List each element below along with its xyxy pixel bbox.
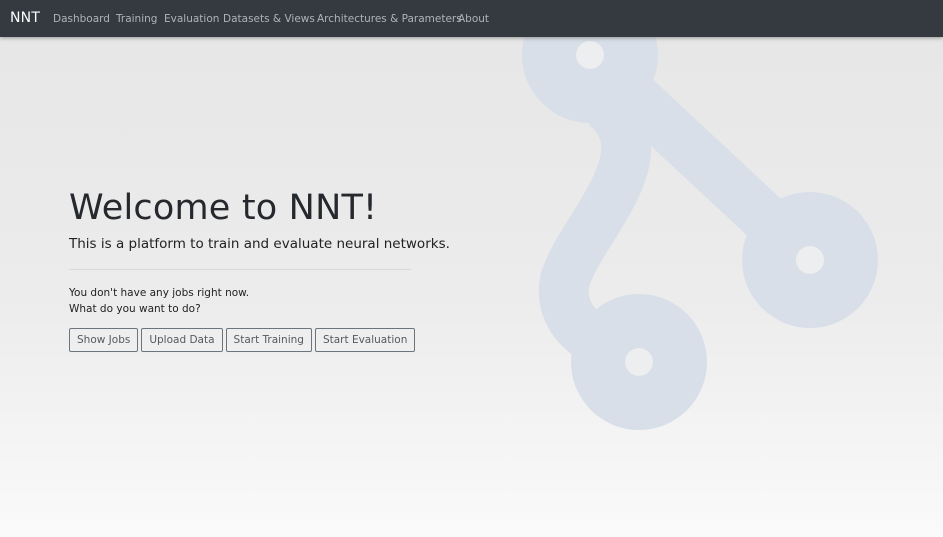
nav-about[interactable]: About xyxy=(458,12,489,26)
no-jobs-message: You don't have any jobs right now. xyxy=(69,287,250,299)
show-jobs-button[interactable]: Show Jobs xyxy=(69,328,139,352)
network-graph-logo-icon xyxy=(522,0,878,430)
nav-architectures-parameters[interactable]: Architectures & Parameters xyxy=(317,12,462,26)
brand-logo-link[interactable]: NNT xyxy=(10,10,40,27)
lead-text: This is a platform to train and evaluate… xyxy=(69,236,450,252)
start-training-button[interactable]: Start Training xyxy=(225,328,312,352)
welcome-jumbotron: Welcome to NNT! This is a platform to tr… xyxy=(69,186,450,352)
nav-dashboard[interactable]: Dashboard xyxy=(53,12,110,26)
divider xyxy=(69,269,411,270)
nav-training[interactable]: Training xyxy=(116,12,157,26)
action-button-group: Show Jobs Upload Data Start Training Sta… xyxy=(69,328,450,352)
top-navbar: NNT Dashboard Training Evaluation Datase… xyxy=(0,0,943,37)
action-prompt: What do you want to do? xyxy=(69,302,201,315)
start-evaluation-button[interactable]: Start Evaluation xyxy=(314,328,416,352)
nav-evaluation[interactable]: Evaluation xyxy=(164,12,219,26)
upload-data-button[interactable]: Upload Data xyxy=(141,328,223,352)
nav-datasets-views[interactable]: Datasets & Views xyxy=(223,12,315,26)
page-title: Welcome to NNT! xyxy=(69,188,378,228)
